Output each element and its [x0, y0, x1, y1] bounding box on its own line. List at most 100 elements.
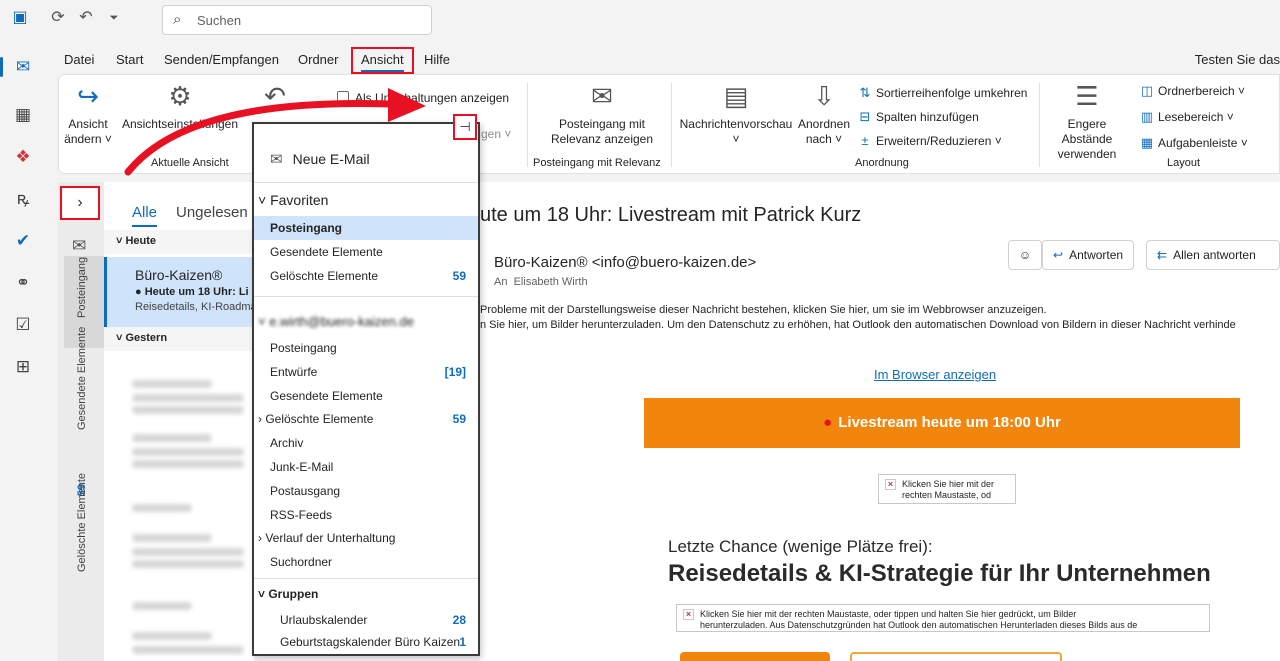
list-item[interactable] — [132, 434, 212, 442]
group-header-gestern[interactable]: ˅ Gestern — [104, 327, 254, 351]
folder-verlauf[interactable]: › Verlauf der Unterhaltung — [258, 531, 395, 545]
livestream-banner[interactable]: ● Livestream heute um 18:00 Uhr — [644, 398, 1240, 448]
info-display-issues[interactable]: Probleme mit der Darstellungsweise diese… — [480, 304, 1047, 316]
cta-button-secondary[interactable] — [850, 652, 1062, 661]
copilot-icon[interactable]: ❖ — [8, 142, 38, 172]
blocked-image-small[interactable]: × Klicken Sie hier mit der rechten Maustas… — [878, 474, 1016, 504]
recipient-name[interactable]: Elisabeth Wirth — [514, 276, 588, 288]
posteingang-relevanz-button[interactable]: ✉ Posteingang mit Relevanz anzeigen — [537, 81, 667, 147]
list-item[interactable] — [132, 534, 212, 542]
folder-entwuerfe[interactable]: Entwürfe — [270, 365, 317, 379]
fav-folder-geloeschte[interactable]: Gelöschte Elemente — [270, 269, 378, 283]
menu-start[interactable]: Start — [116, 52, 143, 67]
emoji-reaction-button[interactable]: ☺ — [1008, 240, 1042, 270]
vertical-folder-posteingang[interactable]: Posteingang — [76, 257, 88, 318]
fav-folder-posteingang[interactable]: Posteingang — [270, 221, 342, 235]
calendar-icon[interactable]: ▦ — [8, 100, 38, 130]
reply-all-button[interactable]: ⇇ Allen antworten — [1146, 240, 1280, 270]
email-sender[interactable]: Büro-Kaizen® <info@buero-kaizen.de> — [494, 254, 756, 271]
folder-rss[interactable]: RSS-Feeds — [270, 508, 332, 522]
account-header[interactable]: ˅ e.wirth@buero-kaizen.de — [258, 314, 414, 329]
folder-geloeschte[interactable]: › Gelöschte Elemente — [258, 412, 373, 426]
cta-button-primary[interactable] — [680, 652, 830, 661]
sortierreihenfolge-button[interactable]: ⇅ Sortierreihenfolge umkehren — [857, 85, 1028, 101]
folder-count: 1 — [459, 635, 466, 649]
engere-abstaende-button[interactable]: ☰ Engere Abstände verwenden — [1049, 81, 1125, 162]
sync-icon[interactable]: ⟳ — [48, 8, 68, 28]
apps-icon[interactable]: ⊞ — [8, 352, 38, 382]
tasks-icon[interactable]: ☑ — [8, 310, 38, 340]
engere-abstaende-label-2: verwenden — [1057, 147, 1117, 161]
vertical-folder-gesendete[interactable]: Gesendete Elemente — [76, 327, 88, 430]
folder-suchordner[interactable]: Suchordner — [270, 555, 332, 569]
group-header-heute[interactable]: ˅ Heute — [104, 230, 254, 254]
relevanz-label-1: Posteingang mit — [558, 117, 646, 131]
als-unterhaltungen-checkbox[interactable]: Als Unterhaltungen anzeigen — [337, 91, 509, 105]
folder-archiv[interactable]: Archiv — [270, 436, 303, 450]
groups-header[interactable]: ˅ Gruppen — [258, 587, 318, 601]
list-item — [132, 646, 244, 654]
menu-ordner[interactable]: Ordner — [298, 52, 338, 67]
expand-folder-pane-button[interactable]: › — [60, 186, 100, 220]
title-bar: ▣ ⟳ ↶ ⏷ ⌕ Suchen — [0, 0, 1280, 38]
todo-icon[interactable]: ✔ — [8, 226, 38, 256]
groups-icon[interactable]: ⚭ — [8, 268, 38, 298]
reset-view-icon: ↶ — [264, 81, 286, 111]
nachrichtenvorschau-button[interactable]: ▤ Nachrichtenvorschau ˅ — [675, 81, 797, 147]
erweitern-reduzieren-button[interactable]: ± Erweitern/Reduzieren ˅ — [857, 133, 1001, 148]
ansichtseinstellungen-label: Ansichtseinstellungen — [121, 117, 239, 131]
promo-text[interactable]: Testen Sie das — [1195, 52, 1280, 67]
blocked-image-large[interactable]: × Klicken Sie hier mit der rechten Mausta… — [676, 604, 1210, 632]
ansichtseinstellungen-button[interactable]: ⚙ Ansichtseinstellungen — [121, 81, 239, 132]
list-item-selected[interactable]: Büro-Kaizen® ● Heute um 18 Uhr: Li Reise… — [104, 257, 257, 329]
email-subject: ute um 18 Uhr: Livestream mit Patrick Ku… — [480, 204, 862, 226]
folder-junk[interactable]: Junk-E-Mail — [270, 460, 333, 474]
new-mail-small-icon[interactable]: ✉ — [72, 236, 86, 256]
mail-icon[interactable]: ✉ — [0, 52, 38, 82]
favorites-header[interactable]: ˅ Favoriten — [258, 192, 328, 208]
list-item[interactable] — [132, 380, 212, 388]
nachrichtenvorschau-chevron: ˅ — [732, 132, 740, 146]
folder-gesendete[interactable]: Gesendete Elemente — [270, 389, 383, 403]
pin-pane-button[interactable]: ⊣ — [453, 114, 477, 140]
folder-postausgang[interactable]: Postausgang — [270, 484, 340, 498]
list-item[interactable] — [132, 632, 212, 640]
broken-image-icon: × — [683, 609, 694, 620]
sortierreihenfolge-label: Sortierreihenfolge umkehren — [876, 86, 1028, 100]
new-mail-button[interactable]: ✉ Neue E-Mail — [270, 150, 370, 168]
menu-senden-empfangen[interactable]: Senden/Empfangen — [164, 52, 279, 67]
people-icon[interactable]: ꝶ — [8, 184, 38, 214]
sort-order-icon: ⇅ — [859, 85, 871, 100]
browser-view-link[interactable]: Im Browser anzeigen — [874, 367, 996, 382]
vertical-folder-geloeschte[interactable]: Gelöschte Elemente — [76, 473, 88, 572]
checkbox-icon — [337, 91, 349, 103]
ordnerbereich-button[interactable]: ◫ Ordnerbereich ˅ — [1139, 83, 1245, 99]
spalten-hinzufuegen-button[interactable]: ⊟ Spalten hinzufügen — [857, 109, 979, 125]
outlook-logo-icon: ▣ — [12, 9, 28, 26]
als-unterhaltungen-label: Als Unterhaltungen anzeigen — [355, 91, 510, 105]
info-download-images[interactable]: n Sie hier, um Bilder herunterzuladen. U… — [480, 319, 1236, 331]
lesebereich-button[interactable]: ▥ Lesebereich ˅ — [1139, 109, 1234, 125]
undo-icon[interactable]: ↶ — [76, 8, 96, 28]
message-preview: Reisedetails, KI-Roadma — [135, 301, 257, 313]
anordnen-nach-button[interactable]: ⇩ Anordnen nach ˅ — [795, 81, 853, 147]
folder-posteingang[interactable]: Posteingang — [270, 341, 337, 355]
tab-alle[interactable]: Alle — [132, 204, 158, 227]
group-urlaubskalender[interactable]: Urlaubskalender — [280, 613, 367, 627]
divider — [254, 578, 478, 579]
tab-ungelesen[interactable]: Ungelesen — [176, 204, 248, 221]
blocked-image-text-2: herunterzuladen. Aus Datenschutzgründen … — [700, 620, 1138, 630]
search-input[interactable]: ⌕ Suchen — [162, 5, 432, 35]
menu-hilfe[interactable]: Hilfe — [424, 52, 450, 67]
quick-access-dropdown-icon[interactable]: ⏷ — [104, 8, 124, 28]
list-item[interactable] — [132, 504, 192, 512]
menu-datei[interactable]: Datei — [64, 52, 94, 67]
ribbon-separator — [527, 83, 528, 167]
aufgabenleiste-button[interactable]: ▦ Aufgabenleiste ˅ — [1139, 135, 1248, 151]
ansicht-aendern-button[interactable]: ↪ Ansicht ändern ˅ — [63, 81, 113, 147]
group-geburtstagskalender[interactable]: Geburtstagskalender Büro Kaizen — [280, 635, 460, 649]
new-mail-icon: ✉ — [270, 151, 283, 168]
list-item[interactable] — [132, 602, 192, 610]
reply-button[interactable]: ↩ Antworten — [1042, 240, 1135, 270]
fav-folder-gesendete[interactable]: Gesendete Elemente — [270, 245, 383, 259]
